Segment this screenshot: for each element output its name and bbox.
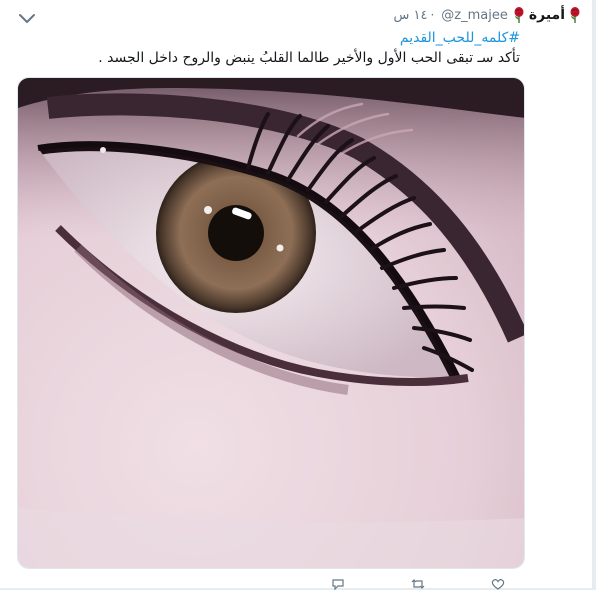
rose-icon xyxy=(570,7,580,23)
separator-dot: · xyxy=(430,8,435,22)
hashtag-link[interactable]: #كلمه_للحب_القديم xyxy=(400,30,520,46)
tweet-header: أميرة @z_majee · ١٤ س xyxy=(393,6,582,24)
like-icon[interactable] xyxy=(490,578,506,590)
tweet-photo[interactable] xyxy=(17,77,525,569)
tweet-timestamp[interactable]: ١٤ س xyxy=(393,8,427,23)
tweet-card[interactable]: أميرة @z_majee · ١٤ س #كلمه_للحب_القديم … xyxy=(0,0,593,590)
eye-photo xyxy=(18,78,524,568)
reply-icon[interactable] xyxy=(330,578,346,590)
tweet-text: تأكد سـ تبقى الحب الأول والأخير طالما ال… xyxy=(98,50,520,66)
chevron-down-icon[interactable] xyxy=(18,12,36,26)
retweet-icon[interactable] xyxy=(410,578,426,590)
display-name[interactable]: أميرة xyxy=(529,7,565,23)
rose-icon xyxy=(514,7,524,23)
tweet-actions xyxy=(330,578,506,590)
user-handle[interactable]: @z_majee xyxy=(441,8,508,23)
